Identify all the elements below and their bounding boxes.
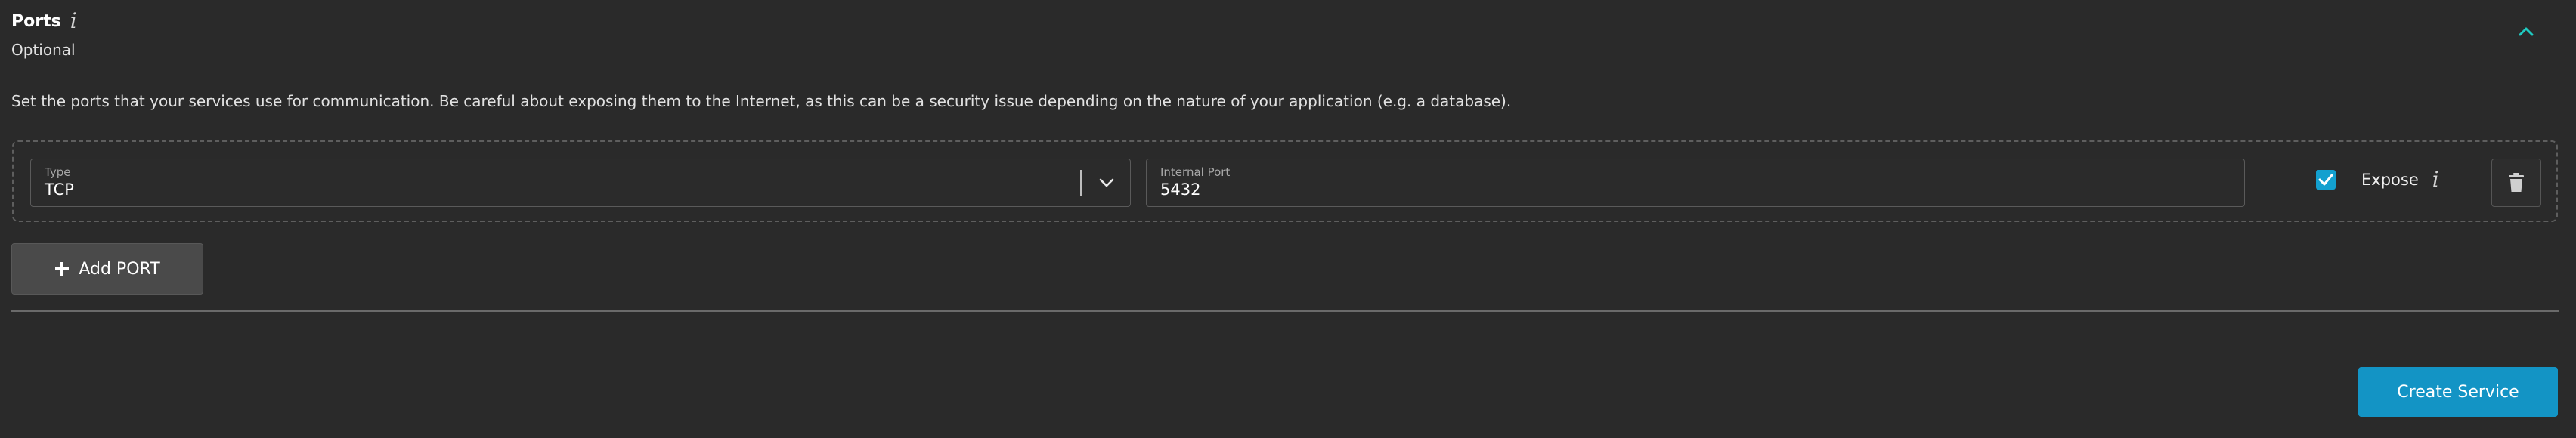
delete-port-button[interactable] bbox=[2491, 159, 2541, 207]
chevron-down-icon[interactable] bbox=[1095, 173, 1118, 193]
create-service-label: Create Service bbox=[2397, 382, 2519, 402]
create-service-button[interactable]: Create Service bbox=[2358, 367, 2558, 417]
ports-panel: Ports i Optional Set the ports that your… bbox=[0, 0, 2576, 438]
type-select[interactable]: Type TCP bbox=[30, 159, 1131, 207]
select-divider bbox=[1080, 170, 1082, 196]
type-value: TCP bbox=[45, 180, 74, 199]
plus-icon bbox=[55, 262, 70, 276]
section-title: Ports bbox=[11, 11, 61, 31]
collapse-button[interactable] bbox=[2509, 18, 2543, 45]
port-row: Type TCP Internal Port 5432 Expose i bbox=[12, 140, 2558, 222]
add-port-button[interactable]: Add PORT bbox=[11, 243, 203, 295]
chevron-up-icon bbox=[2519, 27, 2534, 36]
internal-port-label: Internal Port bbox=[1160, 165, 1231, 179]
info-icon[interactable]: i bbox=[70, 11, 77, 32]
internal-port-field[interactable]: Internal Port 5432 bbox=[1146, 159, 2245, 207]
trash-icon bbox=[2509, 173, 2524, 192]
add-port-label: Add PORT bbox=[79, 259, 160, 279]
expose-checkbox[interactable] bbox=[2316, 170, 2336, 190]
divider bbox=[11, 310, 2559, 312]
expose-label: Expose bbox=[2361, 171, 2419, 189]
type-label: Type bbox=[45, 165, 71, 179]
expose-control: Expose i bbox=[2316, 169, 2439, 190]
section-description: Set the ports that your services use for… bbox=[11, 92, 1512, 110]
internal-port-value[interactable]: 5432 bbox=[1160, 180, 1200, 199]
section-header: Ports i bbox=[11, 11, 77, 32]
info-icon[interactable]: i bbox=[2432, 169, 2439, 190]
section-subtitle: Optional bbox=[11, 41, 76, 59]
check-icon bbox=[2318, 174, 2333, 186]
